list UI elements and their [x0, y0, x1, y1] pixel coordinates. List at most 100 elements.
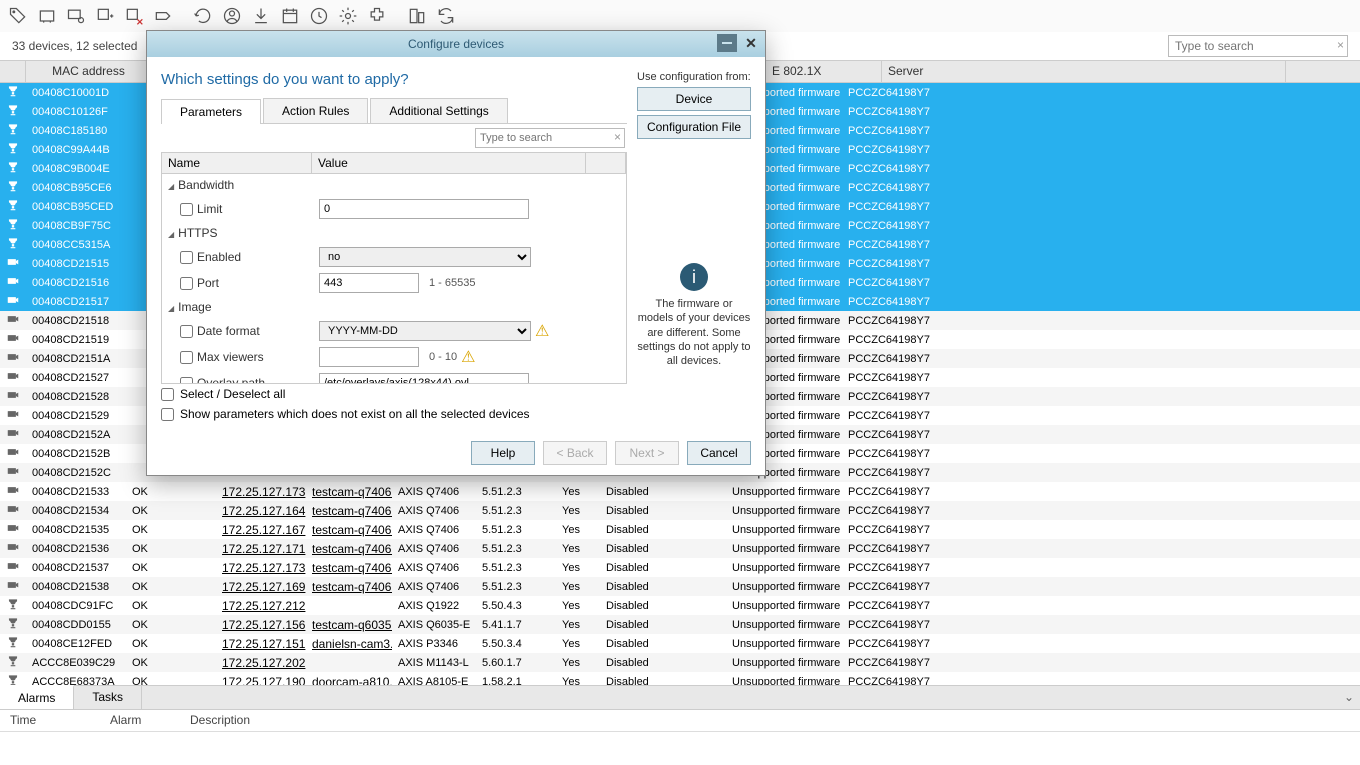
col-server[interactable]: Server — [882, 61, 1286, 82]
close-button[interactable]: ✕ — [741, 34, 761, 52]
cell-ip[interactable]: 172.25.127.164 — [216, 504, 306, 518]
select-enabled[interactable]: no — [319, 247, 531, 267]
cell-hostname[interactable]: danielsn-cam3... — [306, 637, 392, 651]
chk-overlaypath[interactable] — [180, 377, 193, 385]
next-button[interactable]: Next > — [615, 441, 679, 465]
param-search-input[interactable] — [475, 128, 625, 148]
group-image[interactable]: Image — [162, 296, 626, 318]
select-dateformat[interactable]: YYYY-MM-DD — [319, 321, 531, 341]
tab-tasks[interactable]: Tasks — [74, 686, 142, 709]
server-icon[interactable] — [403, 2, 431, 30]
cell-ieee: Unsupported firmware — [726, 486, 842, 498]
chk-limit[interactable] — [180, 203, 193, 216]
cell-ieee: Unsupported firmware — [726, 600, 842, 612]
chk-maxviewers[interactable] — [180, 351, 193, 364]
chk-select-all[interactable] — [161, 388, 174, 401]
col-ieee[interactable]: E 802.1X — [766, 61, 882, 82]
table-row[interactable]: 00408CD21538OK172.25.127.169testcam-q740… — [0, 577, 1360, 596]
chk-port[interactable] — [180, 277, 193, 290]
restart-icon[interactable] — [189, 2, 217, 30]
trophy-icon — [0, 179, 26, 196]
cell-hostname[interactable]: testcam-q7406... — [306, 561, 392, 575]
clock-icon[interactable] — [305, 2, 333, 30]
cell-ip[interactable]: 172.25.127.173 — [216, 561, 306, 575]
table-row[interactable]: 00408CD21534OK172.25.127.164testcam-q740… — [0, 501, 1360, 520]
col-mac[interactable]: MAC address — [26, 61, 152, 82]
device-button[interactable]: Device — [637, 87, 751, 111]
remove-device-icon[interactable] — [120, 2, 148, 30]
col-alarm[interactable]: Alarm — [100, 710, 180, 731]
cell-ip[interactable]: 172.25.127.190 — [216, 675, 306, 686]
cell-ip[interactable]: 172.25.127.212 — [216, 599, 306, 613]
table-row[interactable]: 00408CE12FEDOK172.25.127.151danielsn-cam… — [0, 634, 1360, 653]
minimize-button[interactable] — [717, 34, 737, 52]
plugin-icon[interactable] — [363, 2, 391, 30]
cell-ip[interactable]: 172.25.127.171 — [216, 542, 306, 556]
label-icon[interactable] — [149, 2, 177, 30]
group-bandwidth[interactable]: Bandwidth — [162, 174, 626, 196]
cell-hostname[interactable]: testcam-q6035... — [306, 618, 392, 632]
tab-parameters[interactable]: Parameters — [161, 99, 261, 124]
group-https[interactable]: HTTPS — [162, 222, 626, 244]
chk-dateformat[interactable] — [180, 325, 193, 338]
collapse-panel-icon[interactable]: ⌄ — [1344, 690, 1354, 704]
trophy-icon — [0, 635, 26, 652]
input-maxviewers[interactable] — [319, 347, 419, 367]
param-col-name[interactable]: Name — [162, 153, 312, 173]
cell-hostname[interactable]: testcam-q7406... — [306, 542, 392, 556]
user-icon[interactable] — [218, 2, 246, 30]
cell-ip[interactable]: 172.25.127.156 — [216, 618, 306, 632]
param-col-value[interactable]: Value — [312, 153, 586, 173]
tab-alarms[interactable]: Alarms — [0, 685, 74, 709]
cancel-button[interactable]: Cancel — [687, 441, 751, 465]
refresh-icon[interactable] — [432, 2, 460, 30]
table-row[interactable]: ACCC8E68373AOK172.25.127.190doorcam-a810… — [0, 672, 1360, 685]
table-row[interactable]: 00408CD21533OK172.25.127.173testcam-q740… — [0, 482, 1360, 501]
tab-action-rules[interactable]: Action Rules — [263, 98, 368, 123]
col-desc[interactable]: Description — [180, 710, 260, 731]
input-limit[interactable] — [319, 199, 529, 219]
cell-ip[interactable]: 172.25.127.169 — [216, 580, 306, 594]
chk-enabled[interactable] — [180, 251, 193, 264]
table-row[interactable]: 00408CDC91FCOK172.25.127.212AXIS Q19225.… — [0, 596, 1360, 615]
dialog-titlebar[interactable]: Configure devices ✕ — [147, 31, 765, 57]
trophy-icon — [0, 160, 26, 177]
cell-hostname[interactable]: doorcam-a810... — [306, 675, 392, 686]
table-row[interactable]: 00408CD21535OK172.25.127.167testcam-q740… — [0, 520, 1360, 539]
trophy-icon — [0, 141, 26, 158]
back-button[interactable]: < Back — [543, 441, 607, 465]
cell-ip[interactable]: 172.25.127.151 — [216, 637, 306, 651]
help-button[interactable]: Help — [471, 441, 535, 465]
input-overlaypath[interactable] — [319, 373, 529, 384]
table-row[interactable]: 00408CD21536OK172.25.127.171testcam-q740… — [0, 539, 1360, 558]
user-screen-icon[interactable] — [62, 2, 90, 30]
config-file-button[interactable]: Configuration File — [637, 115, 751, 139]
col-time[interactable]: Time — [0, 710, 100, 731]
table-row[interactable]: 00408CDD0155OK172.25.127.156testcam-q603… — [0, 615, 1360, 634]
add-device-icon[interactable] — [91, 2, 119, 30]
cell-ip[interactable]: 172.25.127.173 — [216, 485, 306, 499]
param-list[interactable]: Bandwidth Limit HTTPS Enabled no Port 1 … — [161, 174, 627, 384]
cell-ip[interactable]: 172.25.127.167 — [216, 523, 306, 537]
cell-hostname[interactable]: testcam-q7406... — [306, 485, 392, 499]
tab-additional-settings[interactable]: Additional Settings — [370, 98, 507, 123]
cell-hostname[interactable]: testcam-q7406... — [306, 504, 392, 518]
col-icon[interactable] — [0, 61, 26, 82]
cell-hostname[interactable]: testcam-q7406... — [306, 580, 392, 594]
tag-icon[interactable] — [4, 2, 32, 30]
cell-ip[interactable]: 172.25.127.202 — [216, 656, 306, 670]
cell-server: PCCZC64198Y7 — [842, 239, 1246, 251]
assign-ip-icon[interactable] — [33, 2, 61, 30]
date-time-icon[interactable] — [276, 2, 304, 30]
table-row[interactable]: ACCC8E039C29OK172.25.127.202AXIS M1143-L… — [0, 653, 1360, 672]
input-port[interactable] — [319, 273, 419, 293]
settings-icon[interactable] — [334, 2, 362, 30]
table-row[interactable]: 00408CD21537OK172.25.127.173testcam-q740… — [0, 558, 1360, 577]
clear-param-search-icon[interactable]: × — [614, 130, 621, 144]
chk-show-missing[interactable] — [161, 408, 174, 421]
clear-search-icon[interactable]: × — [1337, 38, 1344, 52]
download-icon[interactable] — [247, 2, 275, 30]
cell-fwver: 5.60.1.7 — [476, 657, 556, 669]
search-input[interactable] — [1168, 35, 1348, 57]
cell-hostname[interactable]: testcam-q7406... — [306, 523, 392, 537]
